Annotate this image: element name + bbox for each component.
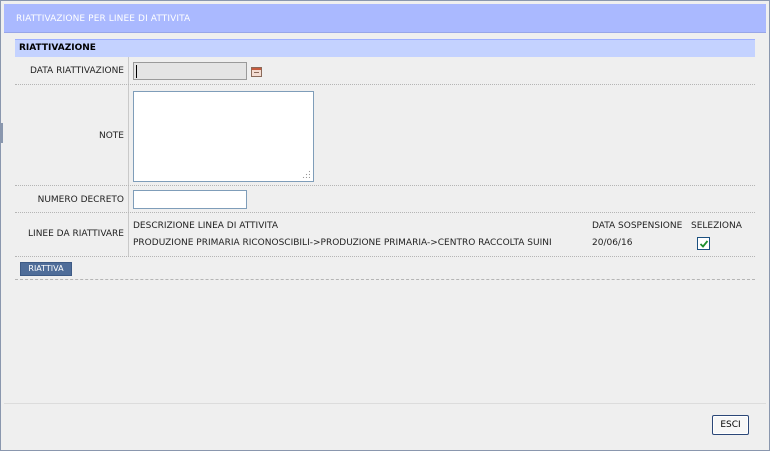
- data-riattivazione-label-cell: DATA RIATTIVAZIONE: [15, 57, 129, 84]
- section-header-label: RIATTIVAZIONE: [19, 43, 96, 53]
- linee-table: DESCRIZIONE LINEA DI ATTIVITA DATA SOSPE…: [133, 213, 753, 256]
- window-edge: [1, 123, 3, 143]
- calendar-icon[interactable]: [251, 67, 262, 77]
- row-note: NOTE: [15, 85, 755, 186]
- text-caret: [136, 65, 137, 78]
- checkmark-icon: [699, 240, 709, 248]
- linee-label: LINEE DA RIATTIVARE: [28, 229, 124, 239]
- row-data-riattivazione: DATA RIATTIVAZIONE: [15, 57, 755, 85]
- data-riattivazione-input[interactable]: [133, 62, 247, 80]
- row-linee-da-riattivare: LINEE DA RIATTIVARE DESCRIZIONE LINEA DI…: [15, 213, 755, 257]
- numero-decreto-label: NUMERO DECRETO: [37, 195, 124, 205]
- dialog-titlebar[interactable]: RIATTIVAZIONE PER LINEE DI ATTIVITA: [4, 4, 766, 33]
- reactivation-dialog: RIATTIVAZIONE PER LINEE DI ATTIVITA RIAT…: [0, 0, 770, 451]
- dialog-title: RIATTIVAZIONE PER LINEE DI ATTIVITA: [16, 14, 191, 24]
- numero-decreto-input[interactable]: [133, 190, 247, 209]
- column-header-seleziona: SELEZIONA: [691, 221, 742, 231]
- reactivation-section: RIATTIVAZIONE DATA RIATTIVAZIONE NOTE NU…: [15, 39, 755, 280]
- column-header-data-sospensione: DATA SOSPENSIONE: [592, 221, 683, 231]
- linee-label-cell: LINEE DA RIATTIVARE: [15, 213, 129, 256]
- row-numero-decreto: NUMERO DECRETO: [15, 186, 755, 213]
- data-riattivazione-label: DATA RIATTIVAZIONE: [30, 66, 124, 76]
- note-textarea[interactable]: [133, 91, 314, 182]
- row-data-sospensione: 20/06/16: [592, 238, 633, 248]
- note-label-cell: NOTE: [15, 85, 129, 185]
- section-header: RIATTIVAZIONE: [15, 39, 755, 57]
- seleziona-checkbox[interactable]: [697, 237, 710, 250]
- row-descrizione: PRODUZIONE PRIMARIA RICONOSCIBILI->PRODU…: [133, 238, 552, 248]
- riattiva-button[interactable]: RIATTIVA: [20, 262, 72, 276]
- esci-button[interactable]: ESCI: [712, 415, 749, 435]
- column-header-descrizione: DESCRIZIONE LINEA DI ATTIVITA: [133, 221, 278, 231]
- note-label: NOTE: [98, 131, 124, 141]
- footer-divider: [4, 403, 766, 404]
- numero-decreto-label-cell: NUMERO DECRETO: [15, 186, 129, 212]
